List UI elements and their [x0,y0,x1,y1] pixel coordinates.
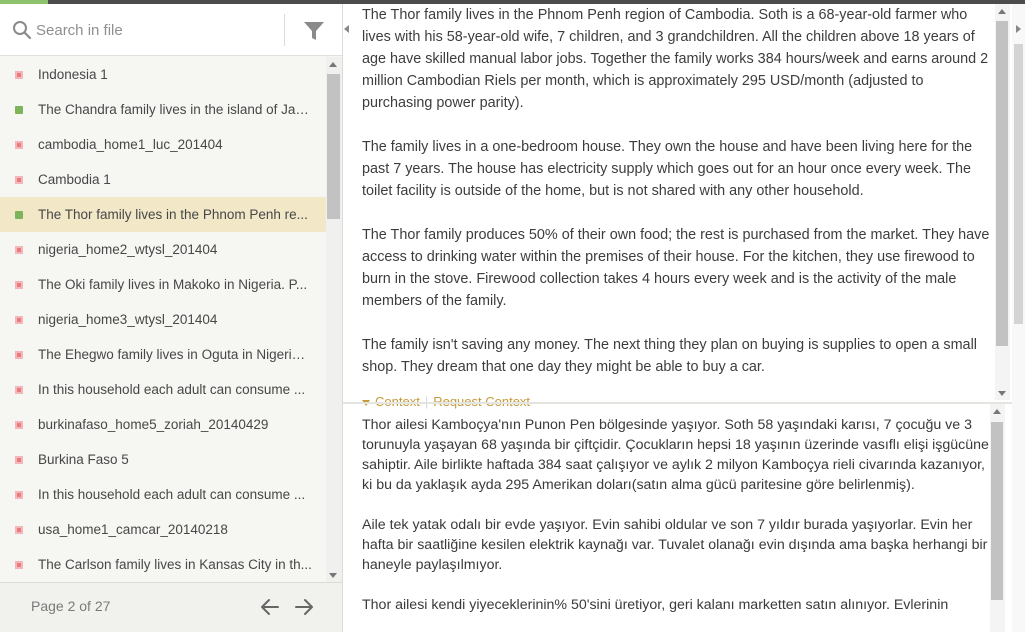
translation-paragraph[interactable]: Aile tek yatak odalı bir evde yaşıyor. E… [362,515,990,575]
segment-label: The Carlson family lives in Kansas City … [38,557,312,572]
segment-item[interactable]: In this household each adult can consume… [0,477,326,512]
arrow-left-icon[interactable] [258,595,282,619]
scrollbar-thumb[interactable] [1014,44,1023,324]
segment-item[interactable]: The Chandra family lives in the island o… [0,92,326,127]
segment-item[interactable]: The Oki family lives in Makoko in Nigeri… [0,267,326,302]
page-indicator: Page 2 of 27 [31,598,111,614]
translation-text-pane[interactable]: Thor ailesi Kamboçya'nın Punon Pen bölge… [362,415,990,632]
collapse-sidebar-toggle[interactable] [344,25,349,33]
scrollbar-thumb[interactable] [327,74,340,219]
translation-paragraph[interactable]: Thor ailesi kendi yiyeceklerinin% 50'sin… [362,595,990,615]
search-bar [0,4,342,56]
filter-icon[interactable] [302,19,326,43]
segment-label: The Thor family lives in the Phnom Penh … [38,207,308,222]
segment-label: The Oki family lives in Makoko in Nigeri… [38,277,308,292]
translation-scrollbar[interactable] [990,404,1005,632]
segment-item[interactable]: The Carlson family lives in Kansas City … [0,547,326,582]
scroll-up-arrow[interactable] [329,62,337,67]
segment-list: Indonesia 1 The Chandra family lives in t… [0,57,326,582]
status-indicator [15,421,23,429]
segment-label: nigeria_home3_wtysl_201404 [38,312,218,327]
status-indicator [15,351,23,359]
segment-item[interactable]: The Ehegwo family lives in Oguta in Nige… [0,337,326,372]
search-input[interactable] [36,16,276,44]
segment-item[interactable]: usa_home1_camcar_20140218 [0,512,326,547]
scroll-up-arrow[interactable] [998,9,1006,14]
pagination: Page 2 of 27 [0,582,342,632]
segment-label: nigeria_home2_wtysl_201404 [38,242,218,257]
source-paragraph: The Thor family lives in the Phnom Penh … [362,7,989,111]
pane-splitter[interactable] [343,402,1025,404]
status-indicator [15,71,23,79]
status-indicator [15,316,23,324]
status-indicator [15,526,23,534]
status-indicator [15,176,23,184]
segment-item[interactable]: The Thor family lives in the Phnom Penh … [0,197,326,232]
segment-item[interactable]: Burkina Faso 5 [0,442,326,477]
segment-label: burkinafaso_home5_zoriah_20140429 [38,417,269,432]
scroll-up-arrow[interactable] [993,409,1001,414]
segment-item[interactable]: nigeria_home3_wtysl_201404 [0,302,326,337]
segment-item[interactable]: burkinafaso_home5_zoriah_20140429 [0,407,326,442]
page-scrollbar[interactable] [1012,4,1025,632]
search-divider [284,14,285,46]
status-indicator [15,561,23,569]
segment-item[interactable]: In this household each adult can consume… [0,372,326,407]
sidebar-scrollbar[interactable] [326,57,342,582]
source-scrollbar[interactable] [995,4,1010,400]
segment-label: cambodia_home1_luc_201404 [38,137,223,152]
status-indicator [15,281,23,289]
segment-label: The Ehegwo family lives in Oguta in Nige… [38,347,312,362]
segment-label: Burkina Faso 5 [38,452,129,467]
source-paragraph: The Thor family produces 50% of their ow… [362,227,990,309]
segment-label: Indonesia 1 [38,67,108,82]
status-indicator [15,491,23,499]
segment-item[interactable]: Indonesia 1 [0,57,326,92]
segment-sidebar: Indonesia 1 The Chandra family lives in t… [0,4,343,632]
source-text-pane: The Thor family lives in the Phnom Penh … [362,4,990,400]
status-indicator [15,141,23,149]
search-icon[interactable] [12,20,32,40]
status-indicator [15,386,23,394]
segment-item[interactable]: Cambodia 1 [0,162,326,197]
segment-item[interactable]: nigeria_home2_wtysl_201404 [0,232,326,267]
segment-label: The Chandra family lives in the island o… [38,102,312,117]
scroll-down-arrow[interactable] [329,573,337,578]
arrow-right-icon[interactable] [292,595,316,619]
status-indicator [15,456,23,464]
scrollbar-thumb[interactable] [996,21,1008,346]
status-indicator [15,211,23,219]
status-indicator [15,246,23,254]
segment-label: In this household each adult can consume… [38,382,306,397]
scrollbar-thumb[interactable] [991,422,1003,600]
segment-label: Cambodia 1 [38,172,111,187]
source-paragraph: The family lives in a one-bedroom house.… [362,139,973,199]
status-indicator [15,106,23,114]
expand-panel-toggle[interactable] [1016,25,1021,33]
translation-paragraph[interactable]: Thor ailesi Kamboçya'nın Punon Pen bölge… [362,415,990,495]
source-paragraph: The family isn't saving any money. The n… [362,337,977,375]
scroll-down-arrow[interactable] [998,391,1006,396]
segment-label: In this household each adult can consume… [38,487,306,502]
segment-label: usa_home1_camcar_20140218 [38,522,228,537]
segment-item[interactable]: cambodia_home1_luc_201404 [0,127,326,162]
